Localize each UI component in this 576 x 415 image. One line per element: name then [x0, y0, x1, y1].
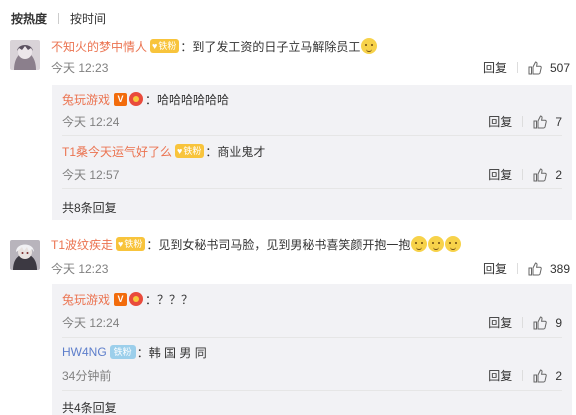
reply-box: 兔玩游戏 V ：哈哈哈哈哈哈 今天 12:24 回复 7 T1桑今天运气好了么 … — [52, 85, 572, 220]
comment-line: T1波纹疾走 ♥ 铁粉 ：见到女秘书司马脸，见到男秘书喜笑颜开抱一抱 — [51, 235, 462, 253]
thumbs-up-icon — [528, 261, 542, 275]
username[interactable]: T1桑今天运气好了么 — [62, 143, 172, 160]
reply-text: ：哈哈哈哈哈哈 — [145, 92, 230, 107]
username[interactable]: T1波纹疾走 — [51, 236, 113, 253]
comment-line: 不知火的梦中情人 ♥ 铁粉 ：到了发工资的日子立马解除员工 — [51, 37, 378, 55]
sort-bar: 按热度 按时间 — [11, 10, 106, 27]
timestamp: 34分钟前 — [62, 369, 112, 383]
thumbs-up-icon — [533, 167, 548, 181]
view-more-replies[interactable]: 共4条回复 — [62, 399, 117, 415]
username[interactable]: 兔玩游戏 — [62, 291, 110, 308]
timestamp: 今天 12:57 — [62, 168, 120, 182]
like-count: 7 — [555, 114, 562, 129]
like-button[interactable]: 7 — [533, 115, 562, 129]
thumbs-up-icon — [528, 60, 542, 74]
reply-actions: 回复 9 — [488, 314, 562, 331]
fan-badge: ♥ 铁粉 — [175, 144, 205, 158]
timestamp: 今天 12:23 — [51, 262, 109, 276]
like-button[interactable]: 9 — [533, 316, 562, 330]
comment-text: ：见到女秘书司马脸，见到男秘书喜笑颜开抱一抱 — [146, 237, 411, 252]
sort-by-time[interactable]: 按时间 — [70, 10, 106, 27]
divider — [62, 135, 562, 136]
reply-line: T1桑今天运气好了么 ♥ 铁粉 ：商业鬼才 — [62, 142, 265, 160]
like-count: 389 — [549, 261, 570, 276]
reply-line: 兔玩游戏 V ：哈哈哈哈哈哈 — [62, 90, 229, 108]
reply-button[interactable]: 回复 — [483, 260, 507, 277]
cat-emoji-icon — [445, 236, 462, 252]
sort-divider — [58, 13, 60, 24]
iron-fan-badge: 铁粉 — [109, 345, 136, 359]
comment-text: ：到了发工资的日子立马解除员工 — [180, 39, 361, 54]
like-button[interactable]: 2 — [533, 369, 562, 383]
heart-icon: ♥ — [118, 239, 124, 249]
medal-icon — [129, 92, 144, 106]
fan-badge: ♥ 铁粉 — [150, 39, 180, 53]
username[interactable]: 兔玩游戏 — [62, 91, 110, 108]
reply-text: ：？？？ — [145, 292, 194, 307]
reply-button[interactable]: 回复 — [488, 166, 512, 183]
like-count: 507 — [549, 60, 570, 75]
comment-actions: 回复 507 — [483, 59, 570, 76]
reply-line: HW4NG 铁粉 ：韩 国 男 同 — [62, 343, 207, 361]
cat-emoji-icon — [428, 236, 445, 252]
comment-actions: 回复 389 — [483, 260, 570, 277]
heart-icon: ♥ — [177, 146, 183, 156]
like-count: 2 — [555, 167, 562, 182]
reply-button[interactable]: 回复 — [488, 113, 512, 130]
timestamp: 今天 12:24 — [62, 115, 120, 129]
reply-actions: 回复 7 — [488, 113, 562, 130]
action-divider — [522, 370, 524, 381]
like-button[interactable]: 507 — [528, 61, 570, 75]
divider — [62, 188, 562, 189]
fan-badge: ♥ 铁粉 — [116, 237, 146, 251]
reply-button[interactable]: 回复 — [483, 59, 507, 76]
sort-by-hot[interactable]: 按热度 — [11, 10, 47, 27]
heart-icon: ♥ — [152, 41, 158, 51]
divider — [62, 390, 562, 391]
verified-icon: V — [114, 92, 128, 106]
medal-icon — [129, 292, 144, 306]
avatar[interactable] — [10, 240, 40, 270]
reply-box: 兔玩游戏 V ：？？？ 今天 12:24 回复 9 HW4NG 铁粉 ：韩 国 … — [52, 284, 572, 415]
action-divider — [516, 263, 518, 274]
like-button[interactable]: 389 — [528, 262, 570, 276]
action-divider — [522, 317, 524, 328]
reply-button[interactable]: 回复 — [488, 314, 512, 331]
verified-icon: V — [114, 292, 128, 306]
avatar[interactable] — [10, 40, 40, 70]
thumbs-up-icon — [533, 114, 548, 128]
thumbs-up-icon — [533, 315, 548, 329]
cat-emoji-icon — [361, 38, 378, 54]
timestamp: 今天 12:23 — [51, 61, 109, 75]
thumbs-up-icon — [533, 368, 548, 382]
view-more-replies[interactable]: 共8条回复 — [62, 199, 117, 216]
reply-text: ：韩 国 男 同 — [136, 345, 207, 360]
username[interactable]: 不知火的梦中情人 — [51, 38, 147, 55]
timestamp: 今天 12:24 — [62, 316, 120, 330]
action-divider — [522, 116, 524, 127]
reply-actions: 回复 2 — [488, 367, 562, 384]
reply-text: ：商业鬼才 — [205, 144, 266, 159]
like-count: 9 — [555, 315, 562, 330]
reply-line: 兔玩游戏 V ：？？？ — [62, 290, 193, 308]
cat-emoji-icon — [411, 236, 428, 252]
divider — [62, 337, 562, 338]
username[interactable]: HW4NG — [62, 345, 107, 359]
like-button[interactable]: 2 — [533, 168, 562, 182]
like-count: 2 — [555, 368, 562, 383]
action-divider — [516, 62, 518, 73]
reply-button[interactable]: 回复 — [488, 367, 512, 384]
reply-actions: 回复 2 — [488, 166, 562, 183]
action-divider — [522, 169, 524, 180]
